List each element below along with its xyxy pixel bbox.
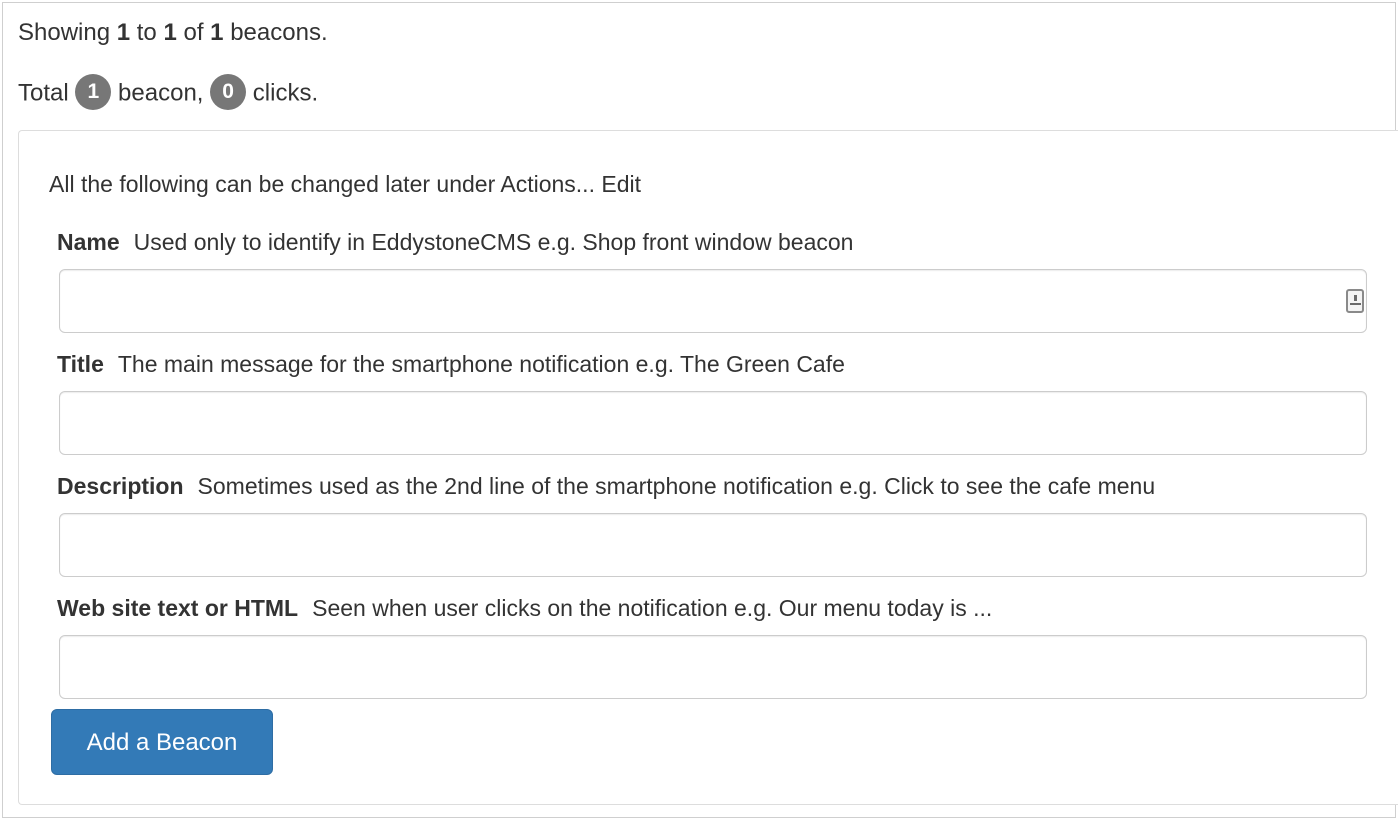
title-hint: The main message for the smartphone noti… <box>117 351 845 377</box>
showing-of-word: of <box>183 19 204 46</box>
add-beacon-button[interactable]: Add a Beacon <box>51 709 273 775</box>
showing-suffix: beacons. <box>230 19 328 46</box>
title-input[interactable] <box>59 391 1367 455</box>
name-input[interactable] <box>59 269 1367 333</box>
name-hint: Used only to identify in EddystoneCMS e.… <box>133 229 854 255</box>
website-hint: Seen when user clicks on the notificatio… <box>312 595 993 621</box>
description-field-label: Description Sometimes used as the 2nd lin… <box>57 471 1155 501</box>
name-field-label: Name Used only to identify in EddystoneCM… <box>57 227 853 257</box>
showing-summary: Showing 1 to 1 of 1 beacons. <box>18 18 328 48</box>
showing-to: 1 <box>163 19 177 46</box>
showing-to-word: to <box>136 19 157 46</box>
add-beacon-panel: All the following can be changed later u… <box>18 130 1398 805</box>
total-prefix: Total <box>18 79 69 107</box>
website-label: Web site text or HTML <box>57 595 299 621</box>
title-field-label: Title The main message for the smartphone… <box>57 349 845 379</box>
beacon-word: beacon, <box>118 79 204 107</box>
total-summary: Total 1 beacon, 0 clicks. <box>18 74 319 110</box>
form-intro: All the following can be changed later u… <box>49 171 641 197</box>
title-label: Title <box>57 351 104 377</box>
click-count-badge: 0 <box>210 74 247 110</box>
description-input[interactable] <box>59 513 1367 577</box>
website-field-label: Web site text or HTML Seen when user clic… <box>57 593 992 623</box>
click-word: clicks. <box>252 79 319 107</box>
contact-card-icon[interactable] <box>1346 289 1364 313</box>
website-input[interactable] <box>59 635 1367 699</box>
beacon-count-badge: 1 <box>75 74 112 110</box>
name-label: Name <box>57 229 120 255</box>
description-hint: Sometimes used as the 2nd line of the sm… <box>197 473 1156 499</box>
showing-total: 1 <box>210 19 224 46</box>
showing-prefix: Showing <box>18 19 111 46</box>
showing-from: 1 <box>116 19 131 46</box>
description-label: Description <box>57 473 184 499</box>
